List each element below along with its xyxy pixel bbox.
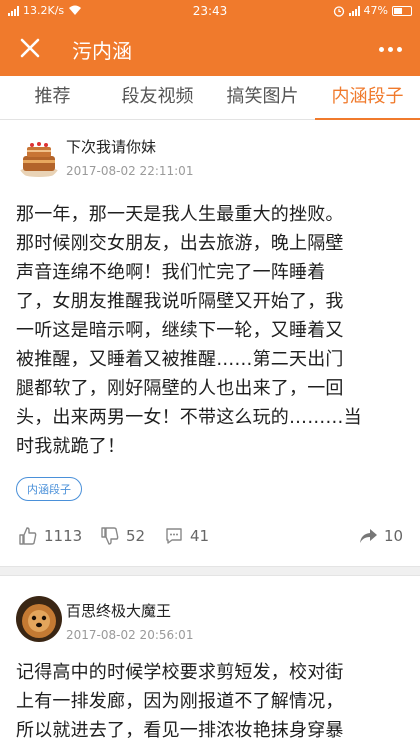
post-author[interactable]: 下次我请你妹	[66, 136, 156, 157]
more-button[interactable]	[376, 36, 404, 62]
comment-icon	[166, 528, 182, 544]
post-actions: 1113 52 41 10	[0, 526, 420, 550]
content-line: 记得高中的时候学校要求剪短发，校对街	[16, 662, 344, 683]
content-line: 那一年，那一天是我人生最重大的挫败。	[16, 204, 344, 225]
content-line: 腿都软了，刚好隔壁的人也出来了，一回	[16, 378, 344, 399]
avatar[interactable]	[16, 134, 62, 180]
comment-count: 41	[190, 527, 210, 545]
post-time: 2017-08-02 20:56:01	[66, 628, 194, 642]
thumbs-down-icon	[101, 527, 119, 545]
thumbs-up-icon	[19, 527, 37, 545]
status-bar: 13.2K/s 23:43 47%	[0, 0, 420, 22]
comment-button[interactable]: 41	[164, 526, 209, 546]
close-icon	[20, 38, 40, 58]
close-button[interactable]	[14, 32, 46, 64]
post-content: 那一年，那一天是我人生最重大的挫败。 那时候刚交女朋友，出去旅游，晚上隔壁 声音…	[16, 200, 408, 461]
tab-funny-pictures[interactable]: 搞笑图片	[210, 76, 315, 119]
content-line: 所以就进去了，看见一排浓妆艳抹身穿暴	[16, 720, 344, 741]
avatar[interactable]	[16, 596, 62, 642]
category-tag[interactable]: 内涵段子	[16, 477, 82, 501]
page-title: 污内涵	[72, 39, 132, 63]
post-author[interactable]: 百思终极大魔王	[66, 600, 171, 621]
content-line: 头，出来两男一女！不带这么玩的………当	[16, 407, 362, 428]
post-time: 2017-08-02 22:11:01	[66, 164, 194, 178]
alarm-icon	[333, 5, 344, 17]
battery-icon	[392, 5, 412, 16]
share-count: 10	[384, 527, 404, 545]
like-button[interactable]: 1113	[18, 526, 82, 546]
share-arrow-icon	[360, 529, 377, 543]
like-count: 1113	[44, 527, 83, 545]
more-dots-icon	[378, 46, 384, 52]
content-line: 时我就跪了！	[16, 436, 126, 457]
content-line: 声音连绵不绝啊！我们忙完了一阵睡着	[16, 262, 326, 283]
tab-recommend[interactable]: 推荐	[0, 76, 105, 119]
share-button[interactable]: 10	[358, 526, 403, 546]
cake-avatar-icon	[16, 134, 62, 180]
post-card: 下次我请你妹 2017-08-02 22:11:01 那一年，那一天是我人生最重…	[0, 120, 420, 578]
category-tabs: 推荐 段友视频 搞笑图片 内涵段子	[0, 76, 420, 120]
content-line: 上有一排发廊，因为刚报道不了解情况，	[16, 691, 344, 712]
dog-avatar-icon	[16, 596, 62, 642]
post-divider	[0, 566, 420, 576]
tab-jokes[interactable]: 内涵段子	[315, 76, 420, 120]
content-line: 一听这是暗示啊，继续下一轮，又睡着又	[16, 320, 344, 341]
content-line: 了，女朋友推醒我说听隔壁又开始了，我	[16, 291, 344, 312]
cell-signal-icon	[348, 5, 360, 16]
content-line: 被推醒，又睡着又被推醒……第二天出门	[16, 349, 344, 370]
post-content: 记得高中的时候学校要求剪短发，校对街 上有一排发廊，因为刚报道不了解情况， 所以…	[16, 658, 408, 745]
dislike-button[interactable]: 52	[100, 526, 145, 546]
tab-videos[interactable]: 段友视频	[105, 76, 210, 119]
battery-percent: 47%	[363, 4, 388, 17]
post-card: 百思终极大魔王 2017-08-02 20:56:01 记得高中的时候学校要求剪…	[0, 576, 420, 747]
app-header: 污内涵	[0, 22, 420, 76]
content-line: 那时候刚交女朋友，出去旅游，晚上隔壁	[16, 233, 344, 254]
dislike-count: 52	[126, 527, 146, 545]
